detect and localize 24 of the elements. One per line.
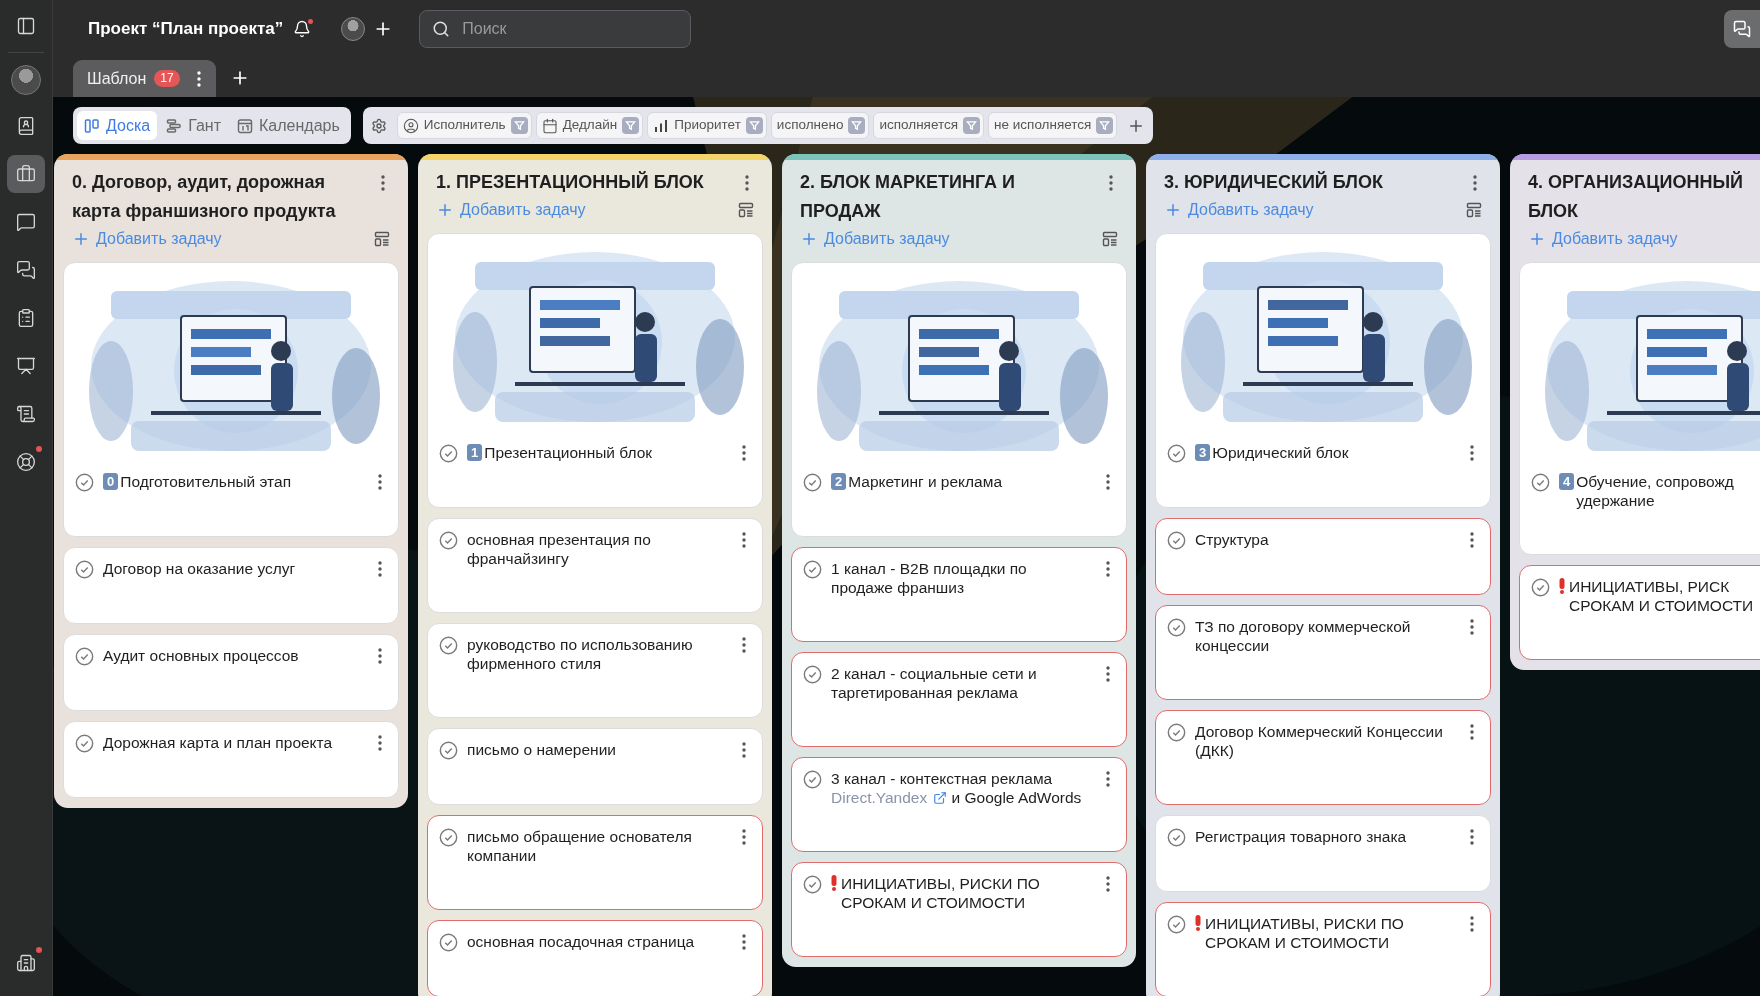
avatar[interactable] (11, 65, 41, 95)
search-icon (432, 20, 451, 38)
chats-icon (1733, 20, 1751, 38)
presentation-icon (16, 356, 36, 376)
briefcase-icon (16, 164, 36, 184)
clipboard-icon (16, 308, 36, 328)
chat-panel-button[interactable] (1724, 10, 1760, 48)
lifebuoy-icon (16, 452, 36, 472)
contact-book-icon (16, 116, 36, 136)
tab[interactable]: Шаблон 17 (73, 60, 216, 97)
building-icon (16, 953, 36, 973)
sidebar-toggle-icon (16, 16, 36, 36)
sidebar-button[interactable] (7, 155, 45, 193)
document-icon (16, 404, 36, 424)
chats-icon (16, 260, 36, 280)
project-title: Проект “План проекта” (88, 18, 284, 41)
bell-button[interactable] (293, 20, 312, 38)
more-icon (196, 70, 201, 87)
avatar[interactable] (341, 17, 366, 41)
chat-icon (16, 212, 36, 232)
count-badge: 17 (154, 70, 180, 87)
bell-icon (293, 20, 312, 38)
tab-label: Шаблон (87, 68, 147, 89)
search-field[interactable]: Поиск (419, 10, 692, 48)
